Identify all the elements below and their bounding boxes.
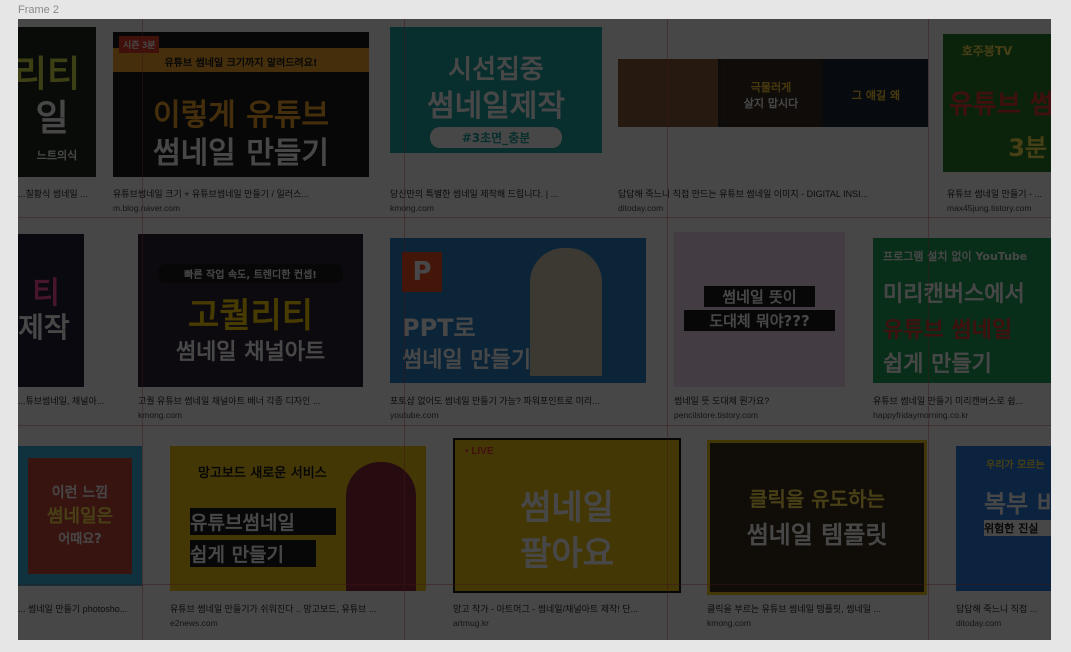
video-frame: 극물러게 살지 맙시다 bbox=[721, 59, 821, 127]
result-caption[interactable]: ...튜브썸네일, 채널아... bbox=[18, 394, 122, 407]
frame-label: Frame 2 bbox=[18, 4, 59, 16]
guide-line bbox=[18, 217, 1051, 218]
thumbnail-text: #3초면_충분 bbox=[430, 127, 562, 148]
thumbnail-image[interactable]: 시즌 3분 유튜브 썸네일 크기까지 알려드려요! 이렇게 유튜브 썸네일 만들… bbox=[113, 32, 369, 177]
result-source: ditoday.com bbox=[956, 618, 1002, 628]
result-source: m.blog.naver.com bbox=[113, 203, 181, 213]
powerpoint-icon: P bbox=[402, 252, 442, 292]
thumbnail-text: 팔아요 bbox=[520, 534, 614, 574]
thumbnail-text: 썸네일 만들기 bbox=[402, 348, 532, 373]
thumbnail-text: 썸네일 만들기 bbox=[152, 136, 330, 171]
guide-line bbox=[18, 584, 1051, 585]
thumbnail-badge: 시즌 3분 bbox=[119, 36, 160, 53]
thumbnail-text: 클릭을 유도하는 bbox=[749, 487, 885, 511]
guide-line bbox=[404, 19, 405, 640]
result-caption[interactable]: ... 썸네일 만들기 photosho... bbox=[18, 602, 148, 615]
thumbnail-text: 썸네일 bbox=[520, 488, 614, 528]
result-source: youtube.com bbox=[390, 410, 439, 420]
thumbnail-text: 유튜브 썸네일 bbox=[883, 318, 1013, 343]
thumbnail-text: 일제작 bbox=[18, 311, 70, 344]
thumbnail-tag: 호주봉TV bbox=[961, 44, 1013, 58]
thumbnail-text: PPT로 bbox=[402, 314, 476, 342]
guide-line bbox=[18, 425, 1051, 426]
result-source: kmong.com bbox=[390, 203, 434, 213]
thumbnail-image[interactable]: 극물러게 살지 맙시다 그 얘길 왜 bbox=[618, 59, 928, 127]
thumbnail-text: 위험한 진실 bbox=[984, 520, 1051, 536]
thumbnail-text: 썸네일 뜻이 bbox=[704, 286, 815, 307]
thumbnail-text: 썸네일은 bbox=[46, 506, 114, 527]
thumbnail-tag: 유튜브 썸네일 크기까지 알려드려요! bbox=[164, 58, 318, 69]
presenter-photo bbox=[346, 462, 416, 591]
image-results-frame: 리티 일 느트의식 ...칠황식 썸네일 ... 시즌 3분 유튜브 썸네일 크… bbox=[18, 19, 1051, 640]
thumbnail-image[interactable]: P PPT로 썸네일 만들기 bbox=[390, 238, 646, 383]
video-frame: 그 얘길 왜 bbox=[824, 59, 928, 127]
thumbnail-text: 유튜브썸네일 bbox=[190, 508, 336, 535]
thumbnail-image[interactable]: 리티 일 느트의식 bbox=[18, 27, 96, 177]
result-caption[interactable]: 유튜브썸네일 크기 + 유튜브썸네일 만들기 / 일러스... bbox=[113, 187, 373, 200]
result-source: max45jung.tistory.com bbox=[947, 203, 1032, 213]
thumbnail-image[interactable]: 썸네일 뜻이 도대체 뭐야??? bbox=[674, 232, 845, 387]
thumbnail-text: 고퀄리티 bbox=[187, 296, 314, 336]
thumbnail-text: 극물러게 bbox=[750, 81, 792, 94]
thumbnail-tag: 프로그램 설치 없이 YouTube bbox=[883, 250, 1028, 263]
result-caption[interactable]: 유튜브 썸네일 만들기가 쉬워진다 .. 망고보드, 유튜브 ... bbox=[170, 602, 426, 615]
thumbnail-text: 도대체 뭐야??? bbox=[684, 310, 835, 331]
result-caption[interactable]: 클릭을 부르는 유튜브 썸네일 템플릿, 썸네일 ... bbox=[707, 602, 927, 615]
result-caption[interactable]: 망고 작가 - 아트머그 - 썸네일/채널아트 제작! 단... bbox=[453, 602, 681, 615]
thumbnail-text: 3분 bbox=[1008, 134, 1047, 162]
result-source: kmong.com bbox=[138, 410, 182, 420]
thumbnail-text: 쉽게 만들기 bbox=[883, 352, 992, 377]
thumbnail-text: 쉽게 만들기 bbox=[190, 540, 316, 567]
result-caption[interactable]: ...칠황식 썸네일 ... bbox=[18, 187, 98, 200]
result-caption[interactable]: 포토샵 없어도 썸네일 만들기 가능? 파워포인트로 미리... bbox=[390, 394, 650, 407]
result-caption[interactable]: 고퀄 유튜브 썸네일 채널아트 배너 각종 디자인 ... bbox=[138, 394, 363, 407]
result-source: kmong.com bbox=[707, 618, 751, 628]
thumbnail-image[interactable]: 호주봉TV 유튜브 썸 3분 bbox=[943, 34, 1051, 172]
result-caption[interactable]: 답답해 죽느니 직접 만드는 유튜브 썸네일 이미지 - DIGITAL INS… bbox=[618, 187, 928, 200]
thumbnail-image[interactable]: 빠른 작업 속도, 트렌디한 컨셉! 고퀄리티 썸네일 채널아트 bbox=[138, 234, 363, 387]
result-source: pencilstore.tistory.com bbox=[674, 410, 758, 420]
thumbnail-text: 썸네일제작 bbox=[427, 89, 565, 124]
thumbnail-text: 복부 비 bbox=[984, 490, 1051, 518]
result-caption[interactable]: 답답해 죽느니 직접 ... bbox=[956, 602, 1051, 615]
thumbnail-text: 유튜브 썸 bbox=[949, 90, 1051, 120]
result-caption[interactable]: 유튜브 썸네일 만들기 - ... bbox=[947, 187, 1051, 200]
result-source: artmug.kr bbox=[453, 618, 489, 628]
thumbnail-tag: 빠른 작업 속도, 트렌디한 컨셉! bbox=[158, 264, 343, 283]
thumbnail-tag: 우리가 모르는 bbox=[986, 460, 1045, 471]
thumbnail-image[interactable]: 우리가 모르는 복부 비 위험한 진실 bbox=[956, 446, 1051, 591]
thumbnail-image[interactable]: • LIVE 썸네일 팔아요 bbox=[453, 438, 681, 593]
result-caption[interactable]: 당신만의 특별한 썸네일 제작해 드립니다. | ... bbox=[390, 187, 605, 200]
thumbnail-text: 그 얘길 왜 bbox=[851, 89, 901, 102]
live-badge: • LIVE bbox=[465, 446, 494, 457]
result-source: e2news.com bbox=[170, 618, 218, 628]
thumbnail-image[interactable]: 티 일제작 bbox=[18, 234, 84, 387]
thumbnail-text: 썸네일 채널아트 bbox=[175, 340, 326, 365]
video-frame bbox=[618, 59, 718, 127]
guide-line bbox=[142, 19, 143, 640]
thumbnail-image[interactable]: 망고보드 새로운 서비스 유튜브썸네일 쉽게 만들기 bbox=[170, 446, 426, 591]
guide-line bbox=[667, 19, 668, 640]
result-source: ditoday.com bbox=[618, 203, 664, 213]
thumbnail-text: 느트의식 bbox=[36, 149, 78, 162]
thumbnail-text: 이런 느낌 bbox=[51, 485, 109, 501]
thumbnail-image[interactable]: 이런 느낌 썸네일은 어때요? bbox=[18, 446, 142, 586]
result-caption[interactable]: 유튜브 썸네일 만들기 미리캔버스로 쉽... bbox=[873, 394, 1051, 407]
thumbnail-image[interactable]: 클릭을 유도하는 썸네일 템플릿 bbox=[707, 440, 927, 595]
thumbnail-text: 어때요? bbox=[58, 532, 102, 547]
guide-line bbox=[928, 19, 929, 640]
thumbnail-image[interactable]: 프로그램 설치 없이 YouTube 미리캔버스에서 유튜브 썸네일 쉽게 만들… bbox=[873, 238, 1051, 383]
result-caption[interactable]: 썸네일 뜻 도대체 뭔가요? bbox=[674, 394, 845, 407]
thumbnail-text: 썸네일 템플릿 bbox=[746, 521, 888, 549]
thumbnail-text: 살지 맙시다 bbox=[743, 97, 799, 110]
thumbnail-image[interactable]: 시선집중 썸네일제작 #3초면_충분 bbox=[390, 27, 602, 153]
thumbnail-text: 일 bbox=[35, 98, 69, 139]
thumbnail-text: 미리캔버스에서 bbox=[883, 282, 1025, 307]
result-source: happyfridaymorning.co.kr bbox=[873, 410, 969, 420]
